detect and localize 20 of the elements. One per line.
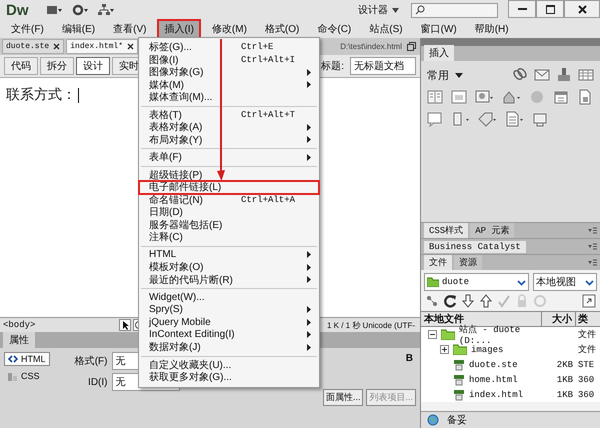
document-info: 1 K / 1 秒 Unicode (UTF- [326,320,415,330]
file-type: 文件 [577,328,597,341]
file-type: STE [577,360,596,370]
shortcut-text: Ctrl+E [241,42,274,52]
file-type: 360 [577,390,596,400]
file-size: 1KB [556,390,574,400]
shortcut-text: Ctrl+Alt+T [241,110,296,120]
field-label: 格式(F) [74,354,108,368]
file-type: 文件 [577,344,597,356]
file-type: 360 [577,374,596,384]
shortcut-text: Ctrl+Alt+I [241,54,296,65]
field-label: ID(I) [87,376,108,388]
file-size: 1KB [556,374,574,384]
shortcut-text: Ctrl+Alt+A [241,194,296,205]
document-text: 联系方式： [6,86,76,104]
file-size: 2KB [556,360,574,370]
status-text: 备妥 [447,414,467,427]
title-label: 标题: [321,60,344,73]
document-path: D:\test\index.html [340,42,402,51]
app-logo: Dw [6,2,30,18]
